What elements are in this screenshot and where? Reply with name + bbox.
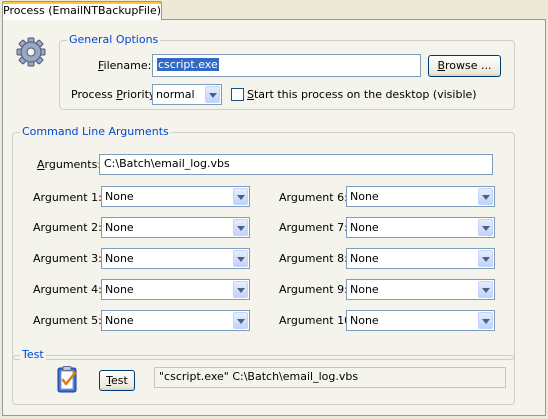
arguments-rest: rguments: (44, 158, 102, 171)
command-preview-value: "cscript.exe" C:\Batch\email_log.vbs (159, 370, 359, 383)
chevron-down-icon[interactable] (233, 219, 248, 236)
argument-5-value: None (105, 314, 134, 327)
arguments-label: Arguments: (37, 158, 101, 171)
arguments-mnemonic: A (37, 158, 45, 171)
argument-8-value: None (350, 252, 379, 265)
chevron-down-icon[interactable] (233, 188, 248, 205)
argument-3-label: Argument 3: (33, 252, 102, 265)
chevron-down-icon[interactable] (478, 312, 493, 329)
priority-select[interactable]: normal (152, 84, 222, 105)
priority-value: normal (156, 88, 195, 101)
desktop-mnemonic: S (247, 88, 254, 101)
chevron-down-icon[interactable] (233, 312, 248, 329)
argument-3-select[interactable]: None (101, 248, 250, 269)
browse-button[interactable]: Browse ... (428, 55, 501, 77)
gear-icon (15, 36, 47, 68)
test-button[interactable]: Test (99, 370, 135, 391)
argument-4-select[interactable]: None (101, 279, 250, 300)
browse-rest: rowse ... (445, 59, 492, 72)
argument-6-label: Argument 6: (279, 191, 348, 204)
chevron-down-icon[interactable] (205, 86, 220, 103)
chevron-down-icon[interactable] (478, 281, 493, 298)
argument-6-value: None (350, 190, 379, 203)
argument-5-label: Argument 5: (33, 314, 102, 327)
filename-input[interactable]: cscript.exe (152, 54, 421, 77)
argument-2-select[interactable]: None (101, 217, 250, 238)
argument-7-select[interactable]: None (346, 217, 495, 238)
tab-process[interactable]: Process (EmailNTBackupFile) (2, 1, 162, 20)
test-rest: est (111, 374, 128, 387)
argument-9-value: None (350, 283, 379, 296)
argument-9-select[interactable]: None (346, 279, 495, 300)
chevron-down-icon[interactable] (233, 281, 248, 298)
chevron-down-icon[interactable] (478, 219, 493, 236)
argument-1-label: Argument 1: (33, 191, 102, 204)
filename-label-rest: ilename: (103, 59, 152, 72)
desktop-checkbox[interactable] (231, 88, 244, 101)
priority-label-pre: Process (71, 88, 117, 101)
command-line-legend: Command Line Arguments (20, 125, 171, 138)
test-group: Test Test "cscript.exe" C:\Batch\email_l… (12, 348, 515, 405)
arguments-input[interactable]: C:\Batch\email_log.vbs (99, 154, 493, 175)
tab-process-label: Process (EmailNTBackupFile) (3, 4, 162, 17)
arguments-value: C:\Batch\email_log.vbs (104, 157, 230, 170)
argument-5-select[interactable]: None (101, 310, 250, 331)
browse-mnemonic: B (437, 59, 446, 72)
filename-label: Filename: (98, 59, 151, 72)
priority-label: Process Priority: (71, 88, 158, 101)
argument-3-value: None (105, 252, 134, 265)
desktop-checkbox-label[interactable]: Start this process on the desktop (visib… (247, 88, 477, 101)
argument-10-select[interactable]: None (346, 310, 495, 331)
process-panel: General Options Filename: cscript.exe Br… (2, 19, 546, 416)
argument-4-label: Argument 4: (33, 283, 102, 296)
chevron-down-icon[interactable] (478, 250, 493, 267)
argument-8-select[interactable]: None (346, 248, 495, 269)
chevron-down-icon[interactable] (478, 188, 493, 205)
argument-10-value: None (350, 314, 379, 327)
argument-2-label: Argument 2: (33, 221, 102, 234)
test-legend: Test (20, 348, 46, 361)
argument-1-value: None (105, 190, 134, 203)
argument-6-select[interactable]: None (346, 186, 495, 207)
checklist-icon (55, 366, 81, 394)
argument-9-label: Argument 9: (279, 283, 348, 296)
argument-4-value: None (105, 283, 134, 296)
argument-2-value: None (105, 221, 134, 234)
desktop-rest: tart this process on the desktop (visibl… (253, 88, 477, 101)
argument-8-label: Argument 8: (279, 252, 348, 265)
chevron-down-icon[interactable] (233, 250, 248, 267)
general-options-legend: General Options (67, 33, 161, 46)
argument-7-value: None (350, 221, 379, 234)
argument-7-label: Argument 7: (279, 221, 348, 234)
command-line-group: Command Line Arguments Arguments: C:\Bat… (12, 125, 515, 360)
argument-1-select[interactable]: None (101, 186, 250, 207)
argument-10-label: Argument 10: (279, 314, 355, 327)
filename-value: cscript.exe (157, 58, 219, 71)
general-options-group: General Options Filename: cscript.exe Br… (59, 33, 515, 110)
command-preview: "cscript.exe" C:\Batch\email_log.vbs (154, 367, 506, 388)
